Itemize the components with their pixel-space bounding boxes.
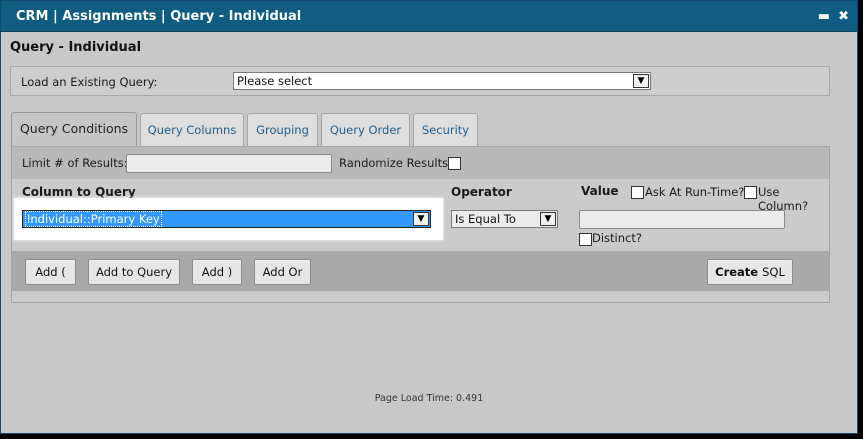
column-to-query-header: Column to Query — [22, 185, 136, 199]
tab-query-columns[interactable]: Query Columns — [140, 113, 244, 147]
ask-at-runtime-checkbox[interactable] — [631, 186, 644, 199]
ask-at-runtime-label: Ask At Run-Time? — [645, 185, 745, 199]
create-sql-label-sql: SQL — [762, 265, 785, 279]
use-column-label: Use Column? — [758, 185, 809, 213]
query-window: CRM | Assignments | Query - Individual ▬… — [0, 0, 858, 434]
chevron-down-icon[interactable]: ▼ — [633, 74, 649, 88]
add-or-button[interactable]: Add Or — [254, 259, 311, 285]
create-sql-button[interactable]: Create SQL — [707, 259, 793, 285]
randomize-results-checkbox[interactable] — [448, 157, 461, 170]
add-to-query-button[interactable]: Add to Query — [88, 259, 180, 285]
limit-row: Limit # of Results: Randomize Results? — [12, 147, 829, 179]
limit-results-input[interactable] — [126, 154, 332, 173]
page-load-time: Page Load Time: 0.491 — [374, 393, 484, 404]
operator-selected-value: Is Equal To — [455, 212, 516, 226]
chevron-down-icon[interactable]: ▼ — [540, 212, 556, 226]
operator-header: Operator — [451, 185, 512, 199]
use-column-checkbox[interactable] — [744, 186, 757, 199]
column-to-query-select[interactable]: Individual::Primary Key ▼ — [22, 210, 431, 228]
minimize-icon[interactable]: ▬ — [818, 10, 830, 23]
randomize-results-label: Randomize Results? — [339, 156, 455, 170]
load-query-label: Load an Existing Query: — [21, 75, 158, 89]
window-titlebar[interactable]: CRM | Assignments | Query - Individual ▬… — [1, 1, 857, 32]
operator-select[interactable]: Is Equal To ▼ — [451, 210, 558, 228]
load-query-selected: Please select — [237, 74, 313, 88]
load-query-select[interactable]: Please select ▼ — [233, 72, 651, 90]
limit-results-label: Limit # of Results: — [22, 156, 128, 170]
value-header: Value — [581, 184, 619, 198]
window-controls: ▬ ✖ — [818, 1, 849, 32]
distinct-label: Distinct? — [592, 231, 642, 245]
button-bar: Add ( Add to Query Add ) Add Or Create S… — [12, 251, 829, 291]
tab-grouping[interactable]: Grouping — [247, 113, 318, 147]
create-sql-label-create: Create — [715, 265, 759, 279]
tab-query-order[interactable]: Query Order — [321, 113, 410, 147]
tab-query-conditions[interactable]: Query Conditions — [11, 112, 137, 148]
add-close-paren-button[interactable]: Add ) — [192, 259, 242, 285]
load-query-section: Load an Existing Query: Please select ▼ — [10, 66, 830, 96]
query-conditions-panel: Limit # of Results: Randomize Results? C… — [11, 146, 830, 303]
distinct-checkbox[interactable] — [579, 233, 592, 246]
value-input[interactable] — [579, 210, 785, 229]
column-selected-value: Individual::Primary Key — [25, 211, 162, 227]
close-icon[interactable]: ✖ — [838, 10, 849, 23]
add-open-paren-button[interactable]: Add ( — [25, 259, 76, 285]
page-title: Query - Individual — [10, 40, 142, 55]
window-title: CRM | Assignments | Query - Individual — [16, 9, 302, 24]
chevron-down-icon[interactable]: ▼ — [413, 212, 429, 226]
tab-security[interactable]: Security — [413, 113, 478, 147]
